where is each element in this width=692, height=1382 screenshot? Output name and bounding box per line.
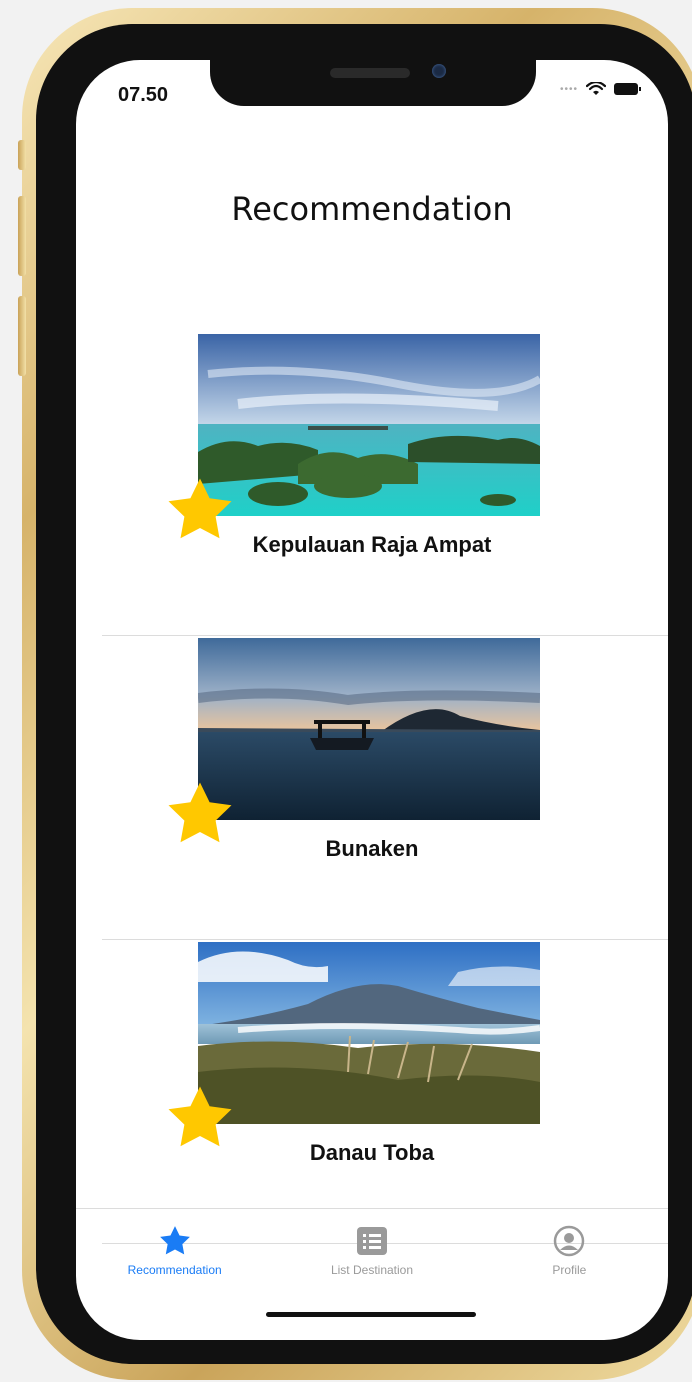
tab-label: List Destination (330, 1263, 414, 1277)
volume-up-button (18, 196, 26, 276)
wifi-icon (586, 82, 606, 95)
list-icon (356, 1223, 388, 1259)
tab-recommendation[interactable]: Recommendation (76, 1209, 273, 1289)
divider (102, 635, 668, 636)
destination-name: Danau Toba (309, 1140, 435, 1165)
notch (210, 60, 536, 106)
person-circle-icon (553, 1223, 585, 1259)
page-title: Recommendation (231, 190, 513, 228)
destination-card[interactable]: Kepulauan Raja Ampat (76, 334, 668, 636)
mute-switch (18, 140, 26, 170)
status-icons: •••• (559, 82, 641, 96)
destination-card[interactable]: Bunaken (76, 638, 668, 940)
battery-icon (614, 83, 641, 95)
destination-card[interactable]: Danau Toba (76, 942, 668, 1244)
home-indicator[interactable] (266, 1312, 476, 1317)
phone-screen: 07.50 •••• Recommendation Kepulauan Raja… (76, 60, 668, 1340)
destination-image (198, 334, 540, 516)
signal-icon: •••• (559, 83, 578, 95)
destination-name: Bunaken (325, 836, 419, 861)
divider (102, 939, 668, 940)
camera (432, 64, 446, 78)
tab-label: Profile (552, 1263, 587, 1277)
speaker (330, 68, 410, 78)
star-icon (158, 1223, 192, 1259)
volume-down-button (18, 296, 26, 376)
tab-bar: Recommendation List Destination Profile (76, 1208, 668, 1289)
destination-image (198, 942, 540, 1124)
destination-image (198, 638, 540, 820)
tab-list-destination[interactable]: List Destination (273, 1209, 470, 1289)
destination-name: Kepulauan Raja Ampat (252, 532, 492, 557)
status-time: 07.50 (118, 84, 169, 106)
tab-label: Recommendation (127, 1263, 222, 1277)
tab-profile[interactable]: Profile (471, 1209, 668, 1289)
